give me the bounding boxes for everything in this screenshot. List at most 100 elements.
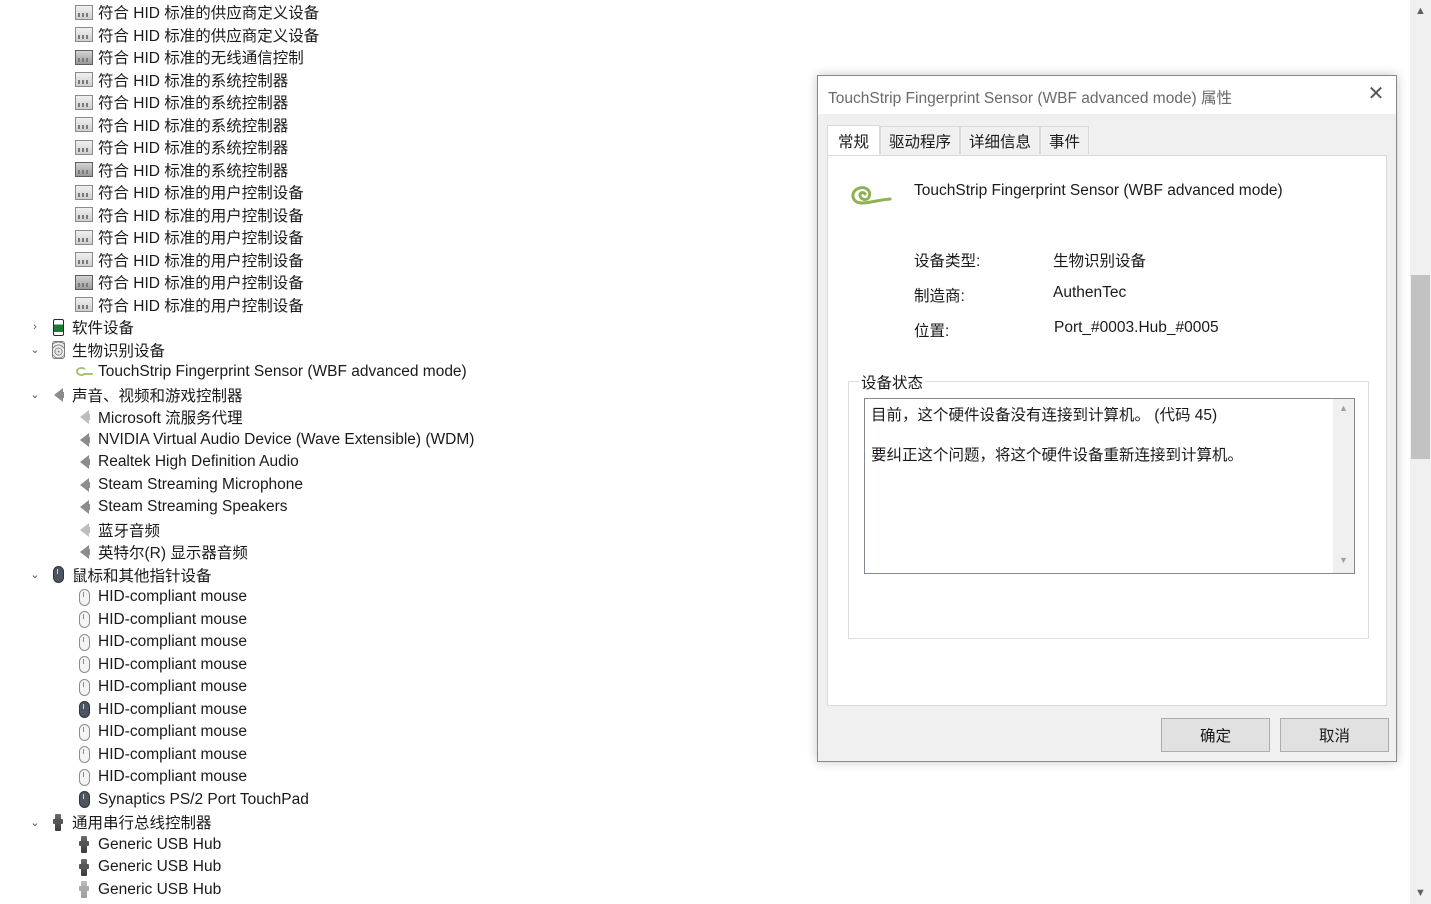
tree-device-item[interactable]: HID-compliant mouse (74, 609, 247, 631)
hid-device-icon (74, 206, 94, 224)
speaker-light-icon-glyph (79, 410, 90, 424)
hid-device-dark-icon-glyph (75, 274, 93, 290)
tree-device-item[interactable]: 符合 HID 标准的供应商定义设备 (74, 24, 319, 46)
tree-device-item[interactable]: HID-compliant mouse (74, 676, 247, 698)
dialog-title: TouchStrip Fingerprint Sensor (WBF advan… (828, 90, 1233, 107)
tree-device-item[interactable]: Realtek High Definition Audio (74, 451, 299, 473)
hid-device-icon (74, 93, 94, 111)
tree-device-item[interactable]: HID-compliant mouse (74, 699, 247, 721)
speaker-icon-glyph (79, 500, 90, 514)
tree-item-label: NVIDIA Virtual Audio Device (Wave Extens… (98, 430, 475, 448)
hid-device-icon (74, 183, 94, 201)
cancel-button[interactable]: 取消 (1280, 718, 1389, 752)
tree-device-item[interactable]: 符合 HID 标准的用户控制设备 (74, 226, 304, 248)
tree-item-label: 符合 HID 标准的系统控制器 (98, 140, 289, 157)
tree-category[interactable]: ⌄ 声音、视频和游戏控制器 (28, 384, 243, 406)
tree-device-item[interactable]: 符合 HID 标准的系统控制器 (74, 136, 288, 158)
tree-device-item[interactable]: 符合 HID 标准的用户控制设备 (74, 181, 304, 203)
chevron-down-icon[interactable]: ⌄ (28, 568, 42, 581)
mouse-icon (74, 588, 94, 606)
tree-item-label: 符合 HID 标准的用户控制设备 (98, 275, 304, 292)
close-icon[interactable]: ✕ (1366, 84, 1386, 104)
tree-item-label: HID-compliant mouse (98, 745, 248, 763)
tree-category[interactable]: ⌄ 生物识别设备 (28, 339, 165, 361)
hid-device-icon (74, 296, 94, 314)
tree-item-label: 英特尔(R) 显示器音频 (98, 545, 248, 562)
tree-device-item[interactable]: Microsoft 流服务代理 (74, 406, 243, 428)
status-scrollbar[interactable]: ▲ ▼ (1333, 399, 1354, 573)
properties-dialog: TouchStrip Fingerprint Sensor (WBF advan… (817, 75, 1397, 762)
tree-device-item[interactable]: 符合 HID 标准的系统控制器 (74, 69, 288, 91)
tree-device-item[interactable]: HID-compliant mouse (74, 654, 247, 676)
mouse-dark-icon-glyph (52, 566, 64, 583)
tree-device-item[interactable]: HID-compliant mouse (74, 586, 247, 608)
tab-driver[interactable]: 驱动程序 (880, 126, 961, 154)
tree-device-item[interactable]: 符合 HID 标准的无线通信控制 (74, 46, 304, 68)
speaker-icon (48, 386, 68, 404)
hid-device-icon (74, 3, 94, 21)
tree-device-item[interactable]: 符合 HID 标准的供应商定义设备 (74, 1, 319, 23)
tree-device-item[interactable]: HID-compliant mouse (74, 766, 247, 788)
tree-item-label: 符合 HID 标准的用户控制设备 (98, 230, 304, 247)
tree-item-label: 蓝牙音频 (98, 522, 161, 540)
tree-scrollbar[interactable]: ▲ ▼ (1410, 0, 1431, 904)
general-tab-panel: TouchStrip Fingerprint Sensor (WBF advan… (827, 155, 1387, 706)
speaker-icon-glyph (79, 432, 90, 447)
tree-device-item[interactable]: Generic USB Hub (74, 834, 221, 856)
tree-device-item[interactable]: HID-compliant mouse (74, 721, 247, 743)
tree-device-item[interactable]: 符合 HID 标准的用户控制设备 (74, 204, 304, 226)
tree-device-item[interactable]: Steam Streaming Speakers (74, 496, 288, 518)
tab-general[interactable]: 常规 (827, 125, 881, 156)
tree-category[interactable]: ⌄ 鼠标和其他指针设备 (28, 564, 212, 586)
tree-device-item[interactable]: Steam Streaming Microphone (74, 474, 303, 496)
tree-category[interactable]: ⌄ 通用串行总线控制器 (28, 811, 212, 833)
tab-details[interactable]: 详细信息 (960, 126, 1041, 154)
tree-item-label: HID-compliant mouse (98, 610, 248, 628)
hid-device-dark-icon-glyph (75, 162, 93, 177)
tree-device-item[interactable]: 符合 HID 标准的系统控制器 (74, 91, 288, 113)
tree-item-label: 符合 HID 标准的供应商定义设备 (98, 5, 320, 22)
tree-device-item[interactable]: 符合 HID 标准的系统控制器 (74, 159, 288, 181)
tree-device-item[interactable]: Generic USB Hub (74, 879, 221, 901)
usb-light-icon-glyph (79, 881, 89, 898)
tree-device-item[interactable]: HID-compliant mouse (74, 744, 247, 766)
hid-device-icon-glyph (75, 297, 93, 312)
tree-device-item[interactable]: HID-compliant mouse (74, 631, 247, 653)
tree-device-item[interactable]: 符合 HID 标准的系统控制器 (74, 114, 288, 136)
tree-item-label: 生物识别设备 (72, 342, 166, 360)
scroll-up-icon[interactable]: ▲ (1410, 0, 1431, 22)
usb-icon-glyph (53, 813, 63, 831)
chevron-down-icon[interactable]: ⌄ (28, 343, 42, 356)
chevron-right-icon[interactable]: › (28, 321, 42, 333)
ok-button[interactable]: 确定 (1161, 718, 1270, 752)
scroll-thumb[interactable] (1411, 275, 1430, 459)
tree-device-item[interactable]: Synaptics PS/2 Port TouchPad (74, 789, 309, 811)
speaker-icon (74, 543, 94, 561)
mouse-icon-glyph (78, 656, 90, 673)
tree-device-item[interactable]: NVIDIA Virtual Audio Device (Wave Extens… (74, 429, 474, 451)
tree-device-item[interactable]: 英特尔(R) 显示器音频 (74, 541, 248, 563)
scroll-up-icon[interactable]: ▲ (1333, 403, 1354, 413)
tree-item-label: HID-compliant mouse (98, 588, 248, 605)
dialog-title-bar[interactable]: TouchStrip Fingerprint Sensor (WBF advan… (818, 76, 1396, 114)
tree-device-item[interactable]: 蓝牙音频 (74, 519, 160, 541)
device-name: TouchStrip Fingerprint Sensor (WBF advan… (914, 182, 1283, 199)
tree-category[interactable]: › 软件设备 (28, 316, 134, 338)
tree-device-item[interactable]: 符合 HID 标准的用户控制设备 (74, 294, 304, 316)
scroll-down-icon[interactable]: ▼ (1333, 555, 1354, 565)
fingerprint-sensor-icon (851, 186, 892, 205)
device-status-textbox[interactable]: 目前，这个硬件设备没有连接到计算机。 (代码 45) 要纠正这个问题，将这个硬件… (864, 398, 1355, 574)
tree-device-item[interactable]: 符合 HID 标准的用户控制设备 (74, 271, 304, 293)
tree-item-label: 声音、视频和游戏控制器 (72, 387, 243, 405)
status-line: 要纠正这个问题，将这个硬件设备重新连接到计算机。 (871, 447, 1244, 464)
scroll-down-icon[interactable]: ▼ (1410, 882, 1431, 904)
tree-device-item[interactable]: TouchStrip Fingerprint Sensor (WBF advan… (74, 361, 467, 383)
tree-device-item[interactable]: 符合 HID 标准的用户控制设备 (74, 249, 304, 271)
mouse-icon (74, 746, 94, 764)
speaker-light-icon-glyph (79, 522, 90, 537)
chevron-down-icon[interactable]: ⌄ (28, 816, 42, 829)
usb-icon (48, 813, 68, 831)
tree-device-item[interactable]: Generic USB Hub (74, 856, 221, 878)
tab-events[interactable]: 事件 (1040, 126, 1090, 154)
chevron-down-icon[interactable]: ⌄ (28, 388, 42, 401)
